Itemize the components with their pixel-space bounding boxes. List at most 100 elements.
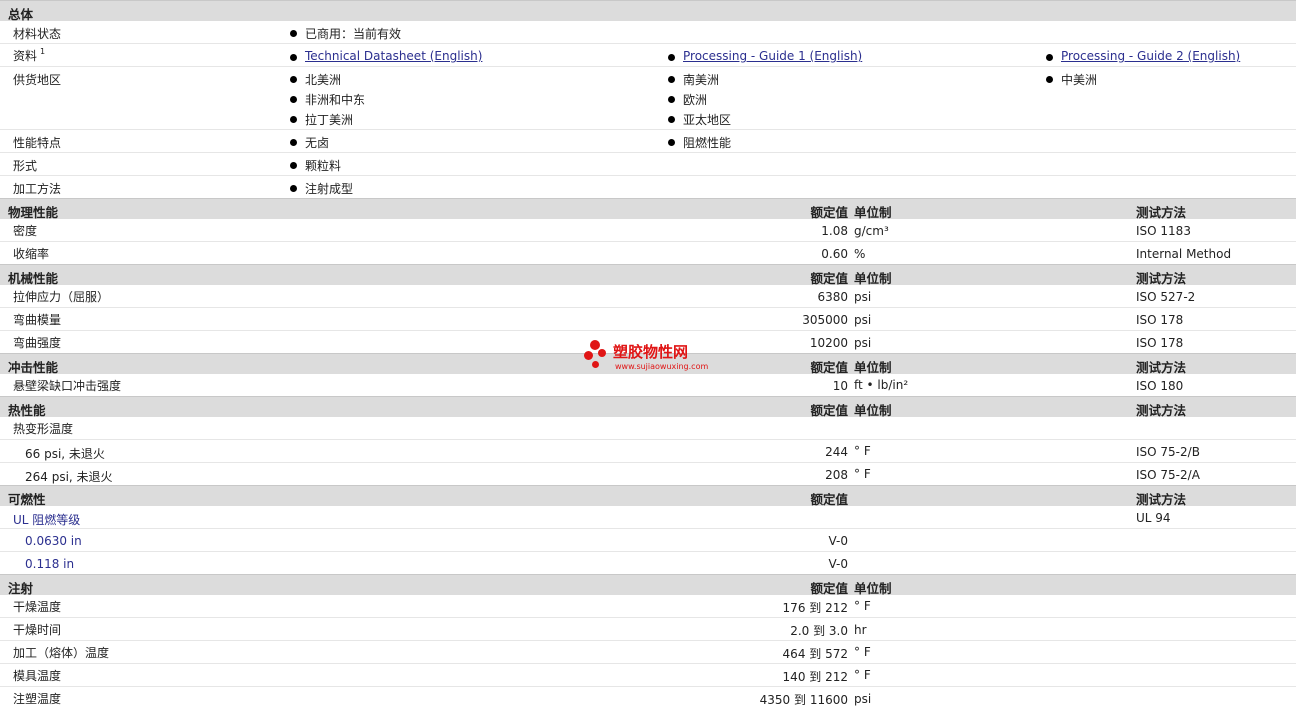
prop-label: 0.118 in <box>25 557 75 571</box>
prop-unit: ° F <box>854 444 871 458</box>
table-row: 264 psi, 未退火 208 ° F ISO 75-2/A <box>0 463 1296 485</box>
group-label: 热变形温度 <box>13 422 74 436</box>
doc-link-item: Processing - Guide 2 (English) <box>1045 49 1240 63</box>
row-docs: 资料 1 Technical Datasheet (English) Proces… <box>0 44 1296 67</box>
table-row: 0.118 in V-0 <box>0 552 1296 574</box>
table-group-row: UL 阻燃等级 UL 94 <box>0 506 1296 529</box>
region-item: 中美洲 <box>1045 71 1097 88</box>
prop-unit: ft • lb/in² <box>854 378 909 392</box>
region-item: 亚太地区 <box>667 111 731 128</box>
row-label: 材料状态 <box>13 27 62 41</box>
table-row: 弯曲模量 305000 psi ISO 178 <box>0 308 1296 331</box>
docs-footnote: 1 <box>40 47 46 56</box>
prop-unit: psi <box>854 692 872 706</box>
prop-value: V-0 <box>828 534 848 548</box>
prop-unit: % <box>854 247 866 261</box>
prop-test: ISO 178 <box>1136 313 1184 327</box>
watermark-dot-icon <box>598 349 606 357</box>
prop-value: 0.60 <box>821 247 848 261</box>
prop-label: 264 psi, 未退火 <box>25 470 113 484</box>
prop-unit: hr <box>854 623 867 637</box>
region-item: 南美洲 <box>667 71 719 88</box>
prop-label: 干燥时间 <box>13 623 62 637</box>
prop-value: 305000 <box>802 313 848 327</box>
prop-unit: psi <box>854 336 872 350</box>
watermark-dot-icon <box>584 351 593 360</box>
table-row: 密度 1.08 g/cm³ ISO 1183 <box>0 219 1296 242</box>
group-label: UL 阻燃等级 <box>13 513 81 527</box>
row-label: 资料 1 <box>13 47 45 64</box>
prop-unit: ° F <box>854 668 871 682</box>
section-physical-header: 物理性能 额定值 单位制 测试方法 <box>0 198 1296 220</box>
section-general-header: 总体 <box>0 0 1296 22</box>
prop-value: 244 <box>825 445 848 459</box>
prop-value: 176 到 212 <box>782 601 848 615</box>
prop-label: 0.0630 in <box>25 534 82 548</box>
prop-label: 悬壁梁缺口冲击强度 <box>13 379 122 393</box>
table-row: 66 psi, 未退火 244 ° F ISO 75-2/B <box>0 440 1296 463</box>
form-item: 颗粒料 <box>289 157 341 174</box>
section-mechanical-header: 机械性能 额定值 单位制 测试方法 <box>0 264 1296 286</box>
section-injection-header: 注射 额定值 单位制 <box>0 574 1296 596</box>
table-row: 悬壁梁缺口冲击强度 10 ft • lb/in² ISO 180 <box>0 374 1296 396</box>
table-row: 0.0630 in V-0 <box>0 529 1296 552</box>
watermark-dot-icon <box>592 361 599 368</box>
material-status-value: 已商用：当前有效 <box>289 25 401 42</box>
table-row: 干燥温度 176 到 212 ° F <box>0 595 1296 618</box>
prop-unit: psi <box>854 290 872 304</box>
feature-item: 阻燃性能 <box>667 134 731 151</box>
table-row: 干燥时间 2.0 到 3.0 hr <box>0 618 1296 641</box>
watermark-name: 塑胶物性网 <box>613 343 689 361</box>
watermark-logo: 塑胶物性网 www.sujiaowuxing.com <box>584 338 724 374</box>
prop-test: Internal Method <box>1136 247 1232 261</box>
prop-label: 模具温度 <box>13 669 62 683</box>
prop-test: ISO 1183 <box>1136 224 1191 238</box>
processing-guide-2-link[interactable]: Processing - Guide 2 (English) <box>1061 49 1240 63</box>
prop-unit: ° F <box>854 599 871 613</box>
processing-item: 注射成型 <box>289 180 353 197</box>
table-group-row: 热变形温度 <box>0 417 1296 440</box>
prop-value: 140 到 212 <box>782 670 848 684</box>
prop-value: 6380 <box>817 290 848 304</box>
prop-value: 10200 <box>809 336 848 350</box>
region-item: 拉丁美洲 <box>289 111 353 128</box>
prop-test: ISO 178 <box>1136 336 1184 350</box>
row-processing: 加工方法 注射成型 <box>0 176 1296 198</box>
row-regions: 供货地区 北美洲 南美洲 中美洲 非洲和中东 欧洲 拉丁美洲 亚太地区 <box>0 67 1296 130</box>
prop-label: 收缩率 <box>13 247 50 261</box>
region-item: 欧洲 <box>667 91 707 108</box>
prop-value: 4350 到 11600 <box>759 693 848 707</box>
region-item: 非洲和中东 <box>289 91 365 108</box>
processing-guide-1-link[interactable]: Processing - Guide 1 (English) <box>683 49 862 63</box>
table-row: 收缩率 0.60 % Internal Method <box>0 242 1296 264</box>
prop-value: V-0 <box>828 557 848 571</box>
prop-label: 密度 <box>13 224 38 238</box>
prop-label: 干燥温度 <box>13 600 62 614</box>
watermark-dot-icon <box>590 340 600 350</box>
prop-value: 464 到 572 <box>782 647 848 661</box>
row-label: 形式 <box>13 159 38 173</box>
feature-item: 无卤 <box>289 134 329 151</box>
doc-link-item: Technical Datasheet (English) <box>289 49 482 63</box>
row-label: 供货地区 <box>13 73 62 87</box>
prop-test: ISO 527-2 <box>1136 290 1196 304</box>
region-item: 北美洲 <box>289 71 341 88</box>
row-form: 形式 颗粒料 <box>0 153 1296 176</box>
datasheet-page: 总体 材料状态 已商用：当前有效 资料 1 Technical Datasheet… <box>0 0 1296 711</box>
prop-value: 2.0 到 3.0 <box>790 624 848 638</box>
prop-value: 10 <box>832 379 848 393</box>
prop-unit: ° F <box>854 467 871 481</box>
prop-test: ISO 180 <box>1136 379 1184 393</box>
doc-link-item: Processing - Guide 1 (English) <box>667 49 862 63</box>
prop-label: 弯曲强度 <box>13 336 62 350</box>
section-flammability-header: 可燃性 额定值 测试方法 <box>0 485 1296 507</box>
row-label: 性能特点 <box>13 136 62 150</box>
prop-test: ISO 75-2/A <box>1136 468 1200 482</box>
prop-test: UL 94 <box>1136 511 1171 525</box>
section-thermal-header: 热性能 额定值 单位制 测试方法 <box>0 396 1296 418</box>
table-row: 模具温度 140 到 212 ° F <box>0 664 1296 687</box>
technical-datasheet-link[interactable]: Technical Datasheet (English) <box>305 49 482 63</box>
table-row: 注塑温度 4350 到 11600 psi <box>0 687 1296 709</box>
prop-unit: psi <box>854 313 872 327</box>
prop-label: 拉伸应力（屈服） <box>13 290 110 304</box>
